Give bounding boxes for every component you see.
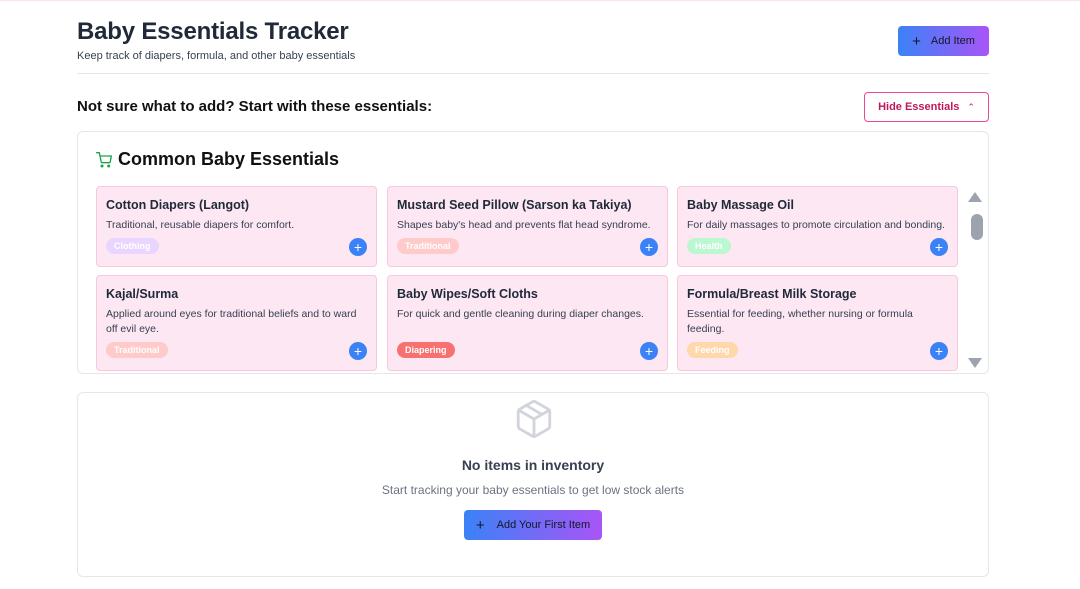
- essential-card: Kajal/Surma Applied around eyes for trad…: [96, 275, 377, 371]
- empty-state-description: Start tracking your baby essentials to g…: [381, 483, 685, 497]
- category-tag: Traditional: [106, 342, 168, 358]
- package-icon: [516, 400, 552, 438]
- category-tag: Diapering: [397, 342, 455, 358]
- category-tag: Feeding: [687, 342, 738, 358]
- empty-state-title: No items in inventory: [461, 457, 605, 473]
- add-essential-button[interactable]: +: [930, 238, 948, 256]
- suggestions-heading: Not sure what to add? Start with these e…: [77, 98, 433, 115]
- essential-name: Kajal/Surma: [106, 287, 179, 301]
- plus-icon: +: [475, 516, 485, 534]
- add-first-item-button[interactable]: + Add Your First Item: [464, 510, 602, 540]
- essential-card: Baby Massage Oil For daily massages to p…: [677, 186, 958, 267]
- top-accent-line: [0, 0, 1080, 1]
- page-title: Baby Essentials Tracker: [77, 18, 349, 45]
- scroll-down-arrow[interactable]: [968, 358, 982, 368]
- essential-description: Shapes baby's head and prevents flat hea…: [397, 219, 651, 231]
- category-tag: Clothing: [106, 238, 159, 254]
- header-divider: [77, 73, 989, 74]
- hide-essentials-label: Hide Essentials: [878, 101, 960, 113]
- hide-essentials-button[interactable]: Hide Essentials ⌃: [864, 92, 989, 122]
- plus-icon: +: [912, 32, 921, 50]
- essential-description: For daily massages to promote circulatio…: [687, 219, 945, 231]
- inventory-panel: No items in inventory Start tracking you…: [77, 392, 989, 577]
- essentials-panel-title: Common Baby Essentials: [118, 149, 340, 169]
- essential-name: Cotton Diapers (Langot): [106, 198, 250, 212]
- essential-card: Mustard Seed Pillow (Sarson ka Takiya) S…: [387, 186, 668, 267]
- essential-description: Essential for feeding, whether nursing o…: [687, 308, 913, 335]
- essential-name: Baby Massage Oil: [687, 198, 794, 212]
- add-essential-button[interactable]: +: [349, 238, 367, 256]
- page-subtitle: Keep track of diapers, formula, and othe…: [77, 50, 356, 62]
- essential-description: For quick and gentle cleaning during dia…: [397, 308, 644, 320]
- category-tag: Health: [687, 238, 731, 254]
- chevron-up-icon: ⌃: [967, 101, 975, 112]
- category-tag: Traditional: [397, 238, 459, 254]
- essential-description: Traditional, reusable diapers for comfor…: [106, 219, 295, 231]
- add-first-item-label: Add Your First Item: [496, 519, 591, 531]
- essential-card: Baby Wipes/Soft Cloths For quick and gen…: [387, 275, 668, 371]
- add-item-button[interactable]: + Add Item: [898, 26, 989, 56]
- essential-name: Baby Wipes/Soft Cloths: [397, 287, 538, 301]
- shopping-cart-icon: [96, 151, 112, 168]
- essential-card: Cotton Diapers (Langot) Traditional, reu…: [96, 186, 377, 267]
- essential-name: Formula/Breast Milk Storage: [687, 287, 857, 301]
- scrollbar-thumb[interactable]: [971, 214, 983, 240]
- essentials-panel: Common Baby Essentials Cotton Diapers (L…: [77, 131, 989, 374]
- essential-card: Formula/Breast Milk Storage Essential fo…: [677, 275, 958, 371]
- add-essential-button[interactable]: +: [640, 342, 658, 360]
- essentials-panel-header: Common Baby Essentials: [96, 149, 339, 170]
- add-item-label: Add Item: [930, 35, 975, 47]
- essential-name: Mustard Seed Pillow (Sarson ka Takiya): [397, 198, 632, 212]
- essential-description: Applied around eyes for traditional beli…: [106, 308, 357, 335]
- add-essential-button[interactable]: +: [349, 342, 367, 360]
- scroll-up-arrow[interactable]: [968, 192, 982, 202]
- add-essential-button[interactable]: +: [930, 342, 948, 360]
- add-essential-button[interactable]: +: [640, 238, 658, 256]
